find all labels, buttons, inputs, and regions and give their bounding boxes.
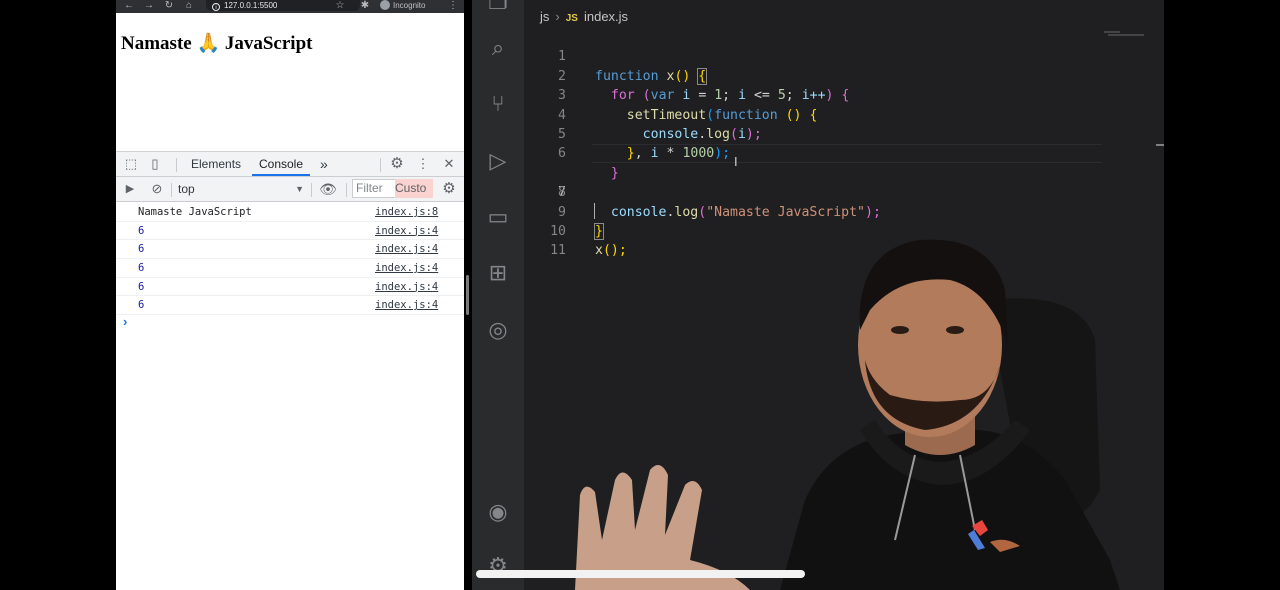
log-source-link[interactable]: index.js:4 [375, 281, 438, 293]
settings-gear-icon[interactable]: ⚙ [388, 155, 406, 173]
console-message: 6 index.js:4 [116, 259, 464, 278]
more-tabs-icon[interactable]: » [320, 152, 328, 176]
breadcrumb: js › JS index.js [540, 9, 628, 24]
eye-right-shape [946, 326, 964, 334]
site-info-icon[interactable]: i [212, 3, 220, 11]
context-value: top [178, 182, 195, 196]
back-icon[interactable]: ← [123, 0, 135, 12]
clear-console-icon[interactable]: ⊘ [148, 180, 166, 198]
eye-left-shape [891, 326, 909, 334]
tab-elements[interactable]: Elements [191, 152, 241, 176]
breadcrumb-file[interactable]: index.js [584, 9, 628, 24]
menu-dots-icon[interactable]: ⋮ [414, 155, 432, 173]
presenter-webcam-overlay [575, 239, 1120, 590]
incognito-avatar-icon [380, 0, 390, 10]
sidebar-toggle-icon[interactable]: ▶ [121, 180, 139, 198]
log-number: 6 [138, 243, 145, 256]
custom-levels-button[interactable]: Custo [395, 179, 433, 198]
search-icon[interactable]: ⌕ [484, 34, 512, 62]
log-number: 6 [138, 224, 145, 237]
log-source-link[interactable]: index.js:4 [375, 299, 438, 311]
log-source-link[interactable]: index.js:4 [375, 243, 438, 255]
code-line: 1 function x() { [524, 28, 1164, 85]
run-debug-icon[interactable]: ▷ [484, 147, 512, 175]
chevron-right-icon: › [555, 9, 560, 24]
home-icon[interactable]: ⌂ [183, 0, 195, 12]
inspect-icon[interactable]: ⬚ [122, 155, 140, 173]
log-text: Namaste JavaScript [138, 206, 252, 218]
explorer-icon[interactable]: ❐ [484, 0, 512, 16]
page-heading: Namaste 🙏 JavaScript [121, 33, 313, 54]
devtools-tabbar: ⬚ ▯ Elements Console » ⚙ ⋮ ✕ [116, 152, 464, 177]
divider [171, 183, 172, 197]
log-source-link[interactable]: index.js:8 [375, 206, 438, 218]
star-icon[interactable]: ☆ [334, 0, 346, 12]
dropdown-arrow-icon: ▼ [295, 184, 304, 194]
extensions-icon[interactable]: ✱ [359, 0, 371, 12]
url-text: 127.0.0.1:5500 [224, 1, 278, 10]
extensions-icon[interactable]: ⊞ [484, 259, 512, 287]
code-line-current: 7 [524, 144, 1164, 219]
remote-explorer-icon[interactable]: ▭ [484, 203, 512, 231]
console-message: Namaste JavaScript index.js:8 [116, 203, 464, 222]
incognito-badge[interactable]: Incognito [380, 0, 425, 11]
activity-bar: ❐ ⌕ ⑂ ▷ ▭ ⊞ ◎ ◉ ⚙ [472, 0, 524, 590]
code-line: 4 console.log(i); [524, 86, 1164, 142]
browser-toolbar: ← → ↻ ⌂ i 127.0.0.1:5500 ☆ ✱ Incognito ⋮ [116, 0, 464, 13]
code-line: 5 }, i * 1000); [524, 106, 1164, 161]
context-select[interactable]: top ▼ [178, 182, 304, 196]
console-message: 6 index.js:4 [116, 296, 464, 316]
account-icon[interactable]: ◉ [484, 498, 512, 526]
device-toggle-icon[interactable]: ▯ [146, 155, 164, 173]
console-toolbar: ▶ ⊘ top ▼ 👁 Filter Custo ⚙ [116, 177, 464, 202]
console-filter-input[interactable]: Filter [352, 179, 400, 198]
close-icon[interactable]: ✕ [440, 155, 458, 173]
log-source-link[interactable]: index.js:4 [375, 262, 438, 274]
devtools-panel: ⬚ ▯ Elements Console » ⚙ ⋮ ✕ ▶ ⊘ top ▼ 👁 … [116, 151, 464, 590]
divider [346, 183, 347, 197]
current-line-highlight [592, 144, 1102, 164]
log-number: 6 [138, 280, 145, 293]
log-number: 6 [138, 299, 145, 312]
divider [380, 158, 381, 172]
console-message: 6 index.js:4 [116, 278, 464, 297]
eye-icon[interactable]: 👁 [319, 180, 337, 198]
log-source-link[interactable]: index.js:4 [375, 225, 438, 237]
code-line: 8 console.log("Namaste JavaScript"); [524, 164, 1164, 219]
code-line: 9 } [524, 183, 1164, 240]
js-file-icon: JS [565, 13, 578, 24]
code-line: 2 for (var i = 1; i <= 5; i++) { [524, 47, 1164, 103]
console-settings-icon[interactable]: ⚙ [440, 180, 458, 198]
console-message: 6 index.js:4 [116, 240, 464, 260]
code-line: 3 setTimeout(function () { [524, 67, 1164, 122]
console-messages: Namaste JavaScript index.js:8 6 index.js… [116, 203, 464, 316]
console-message: 6 index.js:4 [116, 222, 464, 241]
log-number: 6 [138, 262, 145, 275]
forward-icon[interactable]: → [143, 0, 155, 12]
source-control-icon[interactable]: ⑂ [484, 90, 512, 118]
git-graph-icon[interactable]: ◎ [484, 316, 512, 344]
ibeam-cursor-icon: I [734, 154, 738, 169]
breadcrumb-folder[interactable]: js [540, 9, 549, 24]
split-resize-handle[interactable] [466, 275, 469, 315]
code-line: 10 x(); [524, 203, 1164, 258]
reload-icon[interactable]: ↻ [163, 0, 175, 12]
menu-dots-icon[interactable]: ⋮ [447, 0, 459, 12]
console-prompt[interactable]: › [123, 314, 127, 329]
browser-window: ← → ↻ ⌂ i 127.0.0.1:5500 ☆ ✱ Incognito ⋮ … [116, 0, 464, 590]
divider [176, 158, 177, 172]
code-line: 6 } [524, 125, 1164, 180]
divider [311, 183, 312, 197]
code-lines: 1 function x() { 2 for (var i = 1; i <= … [524, 28, 1164, 258]
incognito-label: Incognito [393, 1, 426, 10]
home-indicator[interactable] [476, 570, 805, 578]
tab-console[interactable]: Console [252, 152, 310, 176]
